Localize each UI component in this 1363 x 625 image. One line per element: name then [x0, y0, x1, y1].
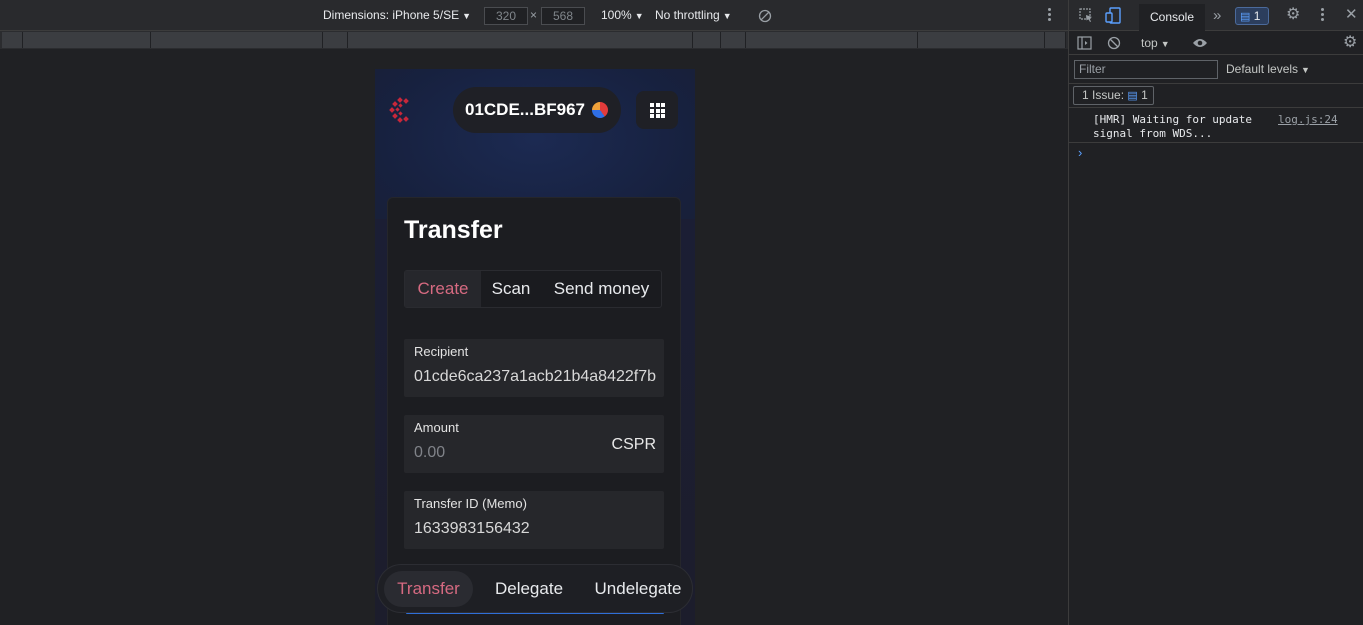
- nav-delegate[interactable]: Delegate: [481, 571, 577, 607]
- media-query-segment[interactable]: [23, 32, 151, 48]
- console-message: [HMR] Waiting for update signal from WDS…: [1069, 108, 1363, 143]
- tab-send-money[interactable]: Send money: [541, 271, 662, 307]
- account-button[interactable]: 01CDE...BF967: [453, 87, 621, 133]
- grid-icon: [650, 103, 665, 118]
- throttling-select[interactable]: No throttling ▼: [655, 0, 732, 31]
- log-levels-select[interactable]: Default levels ▼: [1226, 62, 1310, 76]
- context-label: top: [1141, 36, 1158, 50]
- tab-create[interactable]: Create: [405, 271, 481, 307]
- page-title: Transfer: [404, 216, 503, 244]
- device-toolbar: Dimensions: iPhone 5/SE ▼ 320 × 568 100% ▼…: [0, 0, 1068, 31]
- account-label: 01CDE...BF967: [465, 100, 585, 119]
- emulated-viewport: 01CDE...BF967 Transfer Create Scan Send …: [0, 49, 1068, 625]
- memo-input[interactable]: 1633983156432: [414, 520, 656, 538]
- media-query-segment[interactable]: [721, 32, 746, 48]
- context-select[interactable]: top ▼: [1141, 36, 1170, 50]
- device-dimensions-label: Dimensions: iPhone 5/SE: [323, 8, 460, 22]
- media-query-segment[interactable]: [2, 32, 23, 48]
- media-query-bar: [0, 31, 1068, 49]
- app-screen: 01CDE...BF967 Transfer Create Scan Send …: [375, 69, 695, 625]
- chevron-down-icon: ▼: [462, 11, 471, 21]
- devtools-tabbar: Console » ▤ 1 ⚙ ✕: [1069, 0, 1363, 31]
- device-toggle-icon[interactable]: [1105, 7, 1121, 24]
- dimension-separator: ×: [530, 8, 538, 22]
- rotate-icon[interactable]: [758, 9, 772, 23]
- amount-label: Amount: [414, 420, 459, 435]
- inspect-element-icon[interactable]: [1079, 8, 1094, 23]
- issues-button-label: 1 Issue:: [1082, 88, 1125, 102]
- issues-counter-button[interactable]: ▤ 1: [1235, 7, 1269, 25]
- tab-scan[interactable]: Scan: [481, 271, 541, 307]
- device-height-input[interactable]: 568: [541, 7, 585, 25]
- console-message-source-link[interactable]: log.js:24: [1278, 113, 1338, 126]
- console-message-text: [HMR] Waiting for update signal from WDS…: [1093, 113, 1252, 140]
- gear-icon[interactable]: ⚙: [1286, 7, 1300, 23]
- message-icon: ▤: [1240, 11, 1251, 23]
- eye-icon[interactable]: [1192, 37, 1208, 49]
- bottom-navigation: Transfer Delegate Undelegate: [377, 564, 693, 613]
- console-settings-gear-icon[interactable]: ⚙: [1343, 35, 1357, 51]
- amount-field[interactable]: Amount 0.00 CSPR: [404, 415, 664, 473]
- apps-menu-button[interactable]: [636, 91, 678, 129]
- media-query-segment[interactable]: [693, 32, 721, 48]
- console-prompt[interactable]: ›: [1078, 145, 1082, 160]
- media-query-segment[interactable]: [1045, 32, 1066, 48]
- issues-button[interactable]: 1 Issue: ▤ 1: [1073, 86, 1154, 105]
- close-icon[interactable]: ✕: [1345, 7, 1358, 22]
- issues-row: 1 Issue: ▤ 1: [1069, 84, 1363, 108]
- sidebar-toggle-icon[interactable]: [1077, 36, 1092, 50]
- memo-field[interactable]: Transfer ID (Memo) 1633983156432: [404, 491, 664, 549]
- casper-logo-icon: [389, 97, 409, 123]
- device-dimensions-select[interactable]: Dimensions: iPhone 5/SE ▼: [323, 0, 471, 31]
- media-query-segment[interactable]: [746, 32, 918, 48]
- throttling-label: No throttling: [655, 8, 720, 22]
- chevron-down-icon: ▼: [634, 11, 644, 21]
- recipient-label: Recipient: [414, 344, 469, 359]
- memo-label: Transfer ID (Memo): [414, 496, 527, 511]
- filter-row: Filter Default levels ▼: [1069, 56, 1363, 84]
- tab-console[interactable]: Console: [1139, 4, 1205, 31]
- zoom-select[interactable]: 100% ▼: [601, 0, 644, 31]
- more-tabs-icon[interactable]: »: [1213, 8, 1221, 23]
- more-options-icon[interactable]: [1048, 8, 1051, 23]
- devtools-panel: Console » ▤ 1 ⚙ ✕ top ▼ ⚙ Filter Default…: [1068, 0, 1363, 625]
- amount-currency: CSPR: [611, 436, 656, 453]
- clear-console-icon[interactable]: [1107, 36, 1121, 50]
- chevron-down-icon: ▼: [1301, 65, 1310, 75]
- transfer-card: Transfer Create Scan Send money Recipien…: [387, 197, 681, 625]
- message-icon: ▤: [1127, 90, 1138, 102]
- zoom-label: 100%: [601, 8, 632, 22]
- media-query-segment[interactable]: [348, 32, 693, 48]
- issues-count: 1: [1253, 9, 1261, 23]
- account-avatar-icon: [592, 102, 608, 118]
- nav-undelegate[interactable]: Undelegate: [586, 571, 690, 607]
- log-levels-label: Default levels: [1226, 62, 1299, 76]
- issues-button-count: 1: [1141, 88, 1148, 102]
- chevron-down-icon: ▼: [1160, 39, 1170, 49]
- recipient-input[interactable]: 01cde6ca237a1acb21b4a8422f7bf967: [414, 368, 656, 386]
- media-query-segment[interactable]: [323, 32, 348, 48]
- recipient-field[interactable]: Recipient 01cde6ca237a1acb21b4a8422f7bf9…: [404, 339, 664, 397]
- chevron-down-icon: ▼: [722, 11, 732, 21]
- more-options-icon[interactable]: [1321, 8, 1324, 23]
- media-query-segment[interactable]: [151, 32, 323, 48]
- console-toolbar: top ▼ ⚙: [1069, 31, 1363, 55]
- device-width-input[interactable]: 320: [484, 7, 528, 25]
- transfer-mode-tabs: Create Scan Send money: [404, 270, 662, 308]
- media-query-segment[interactable]: [918, 32, 1045, 48]
- nav-transfer[interactable]: Transfer: [384, 571, 473, 607]
- filter-input[interactable]: Filter: [1074, 60, 1218, 79]
